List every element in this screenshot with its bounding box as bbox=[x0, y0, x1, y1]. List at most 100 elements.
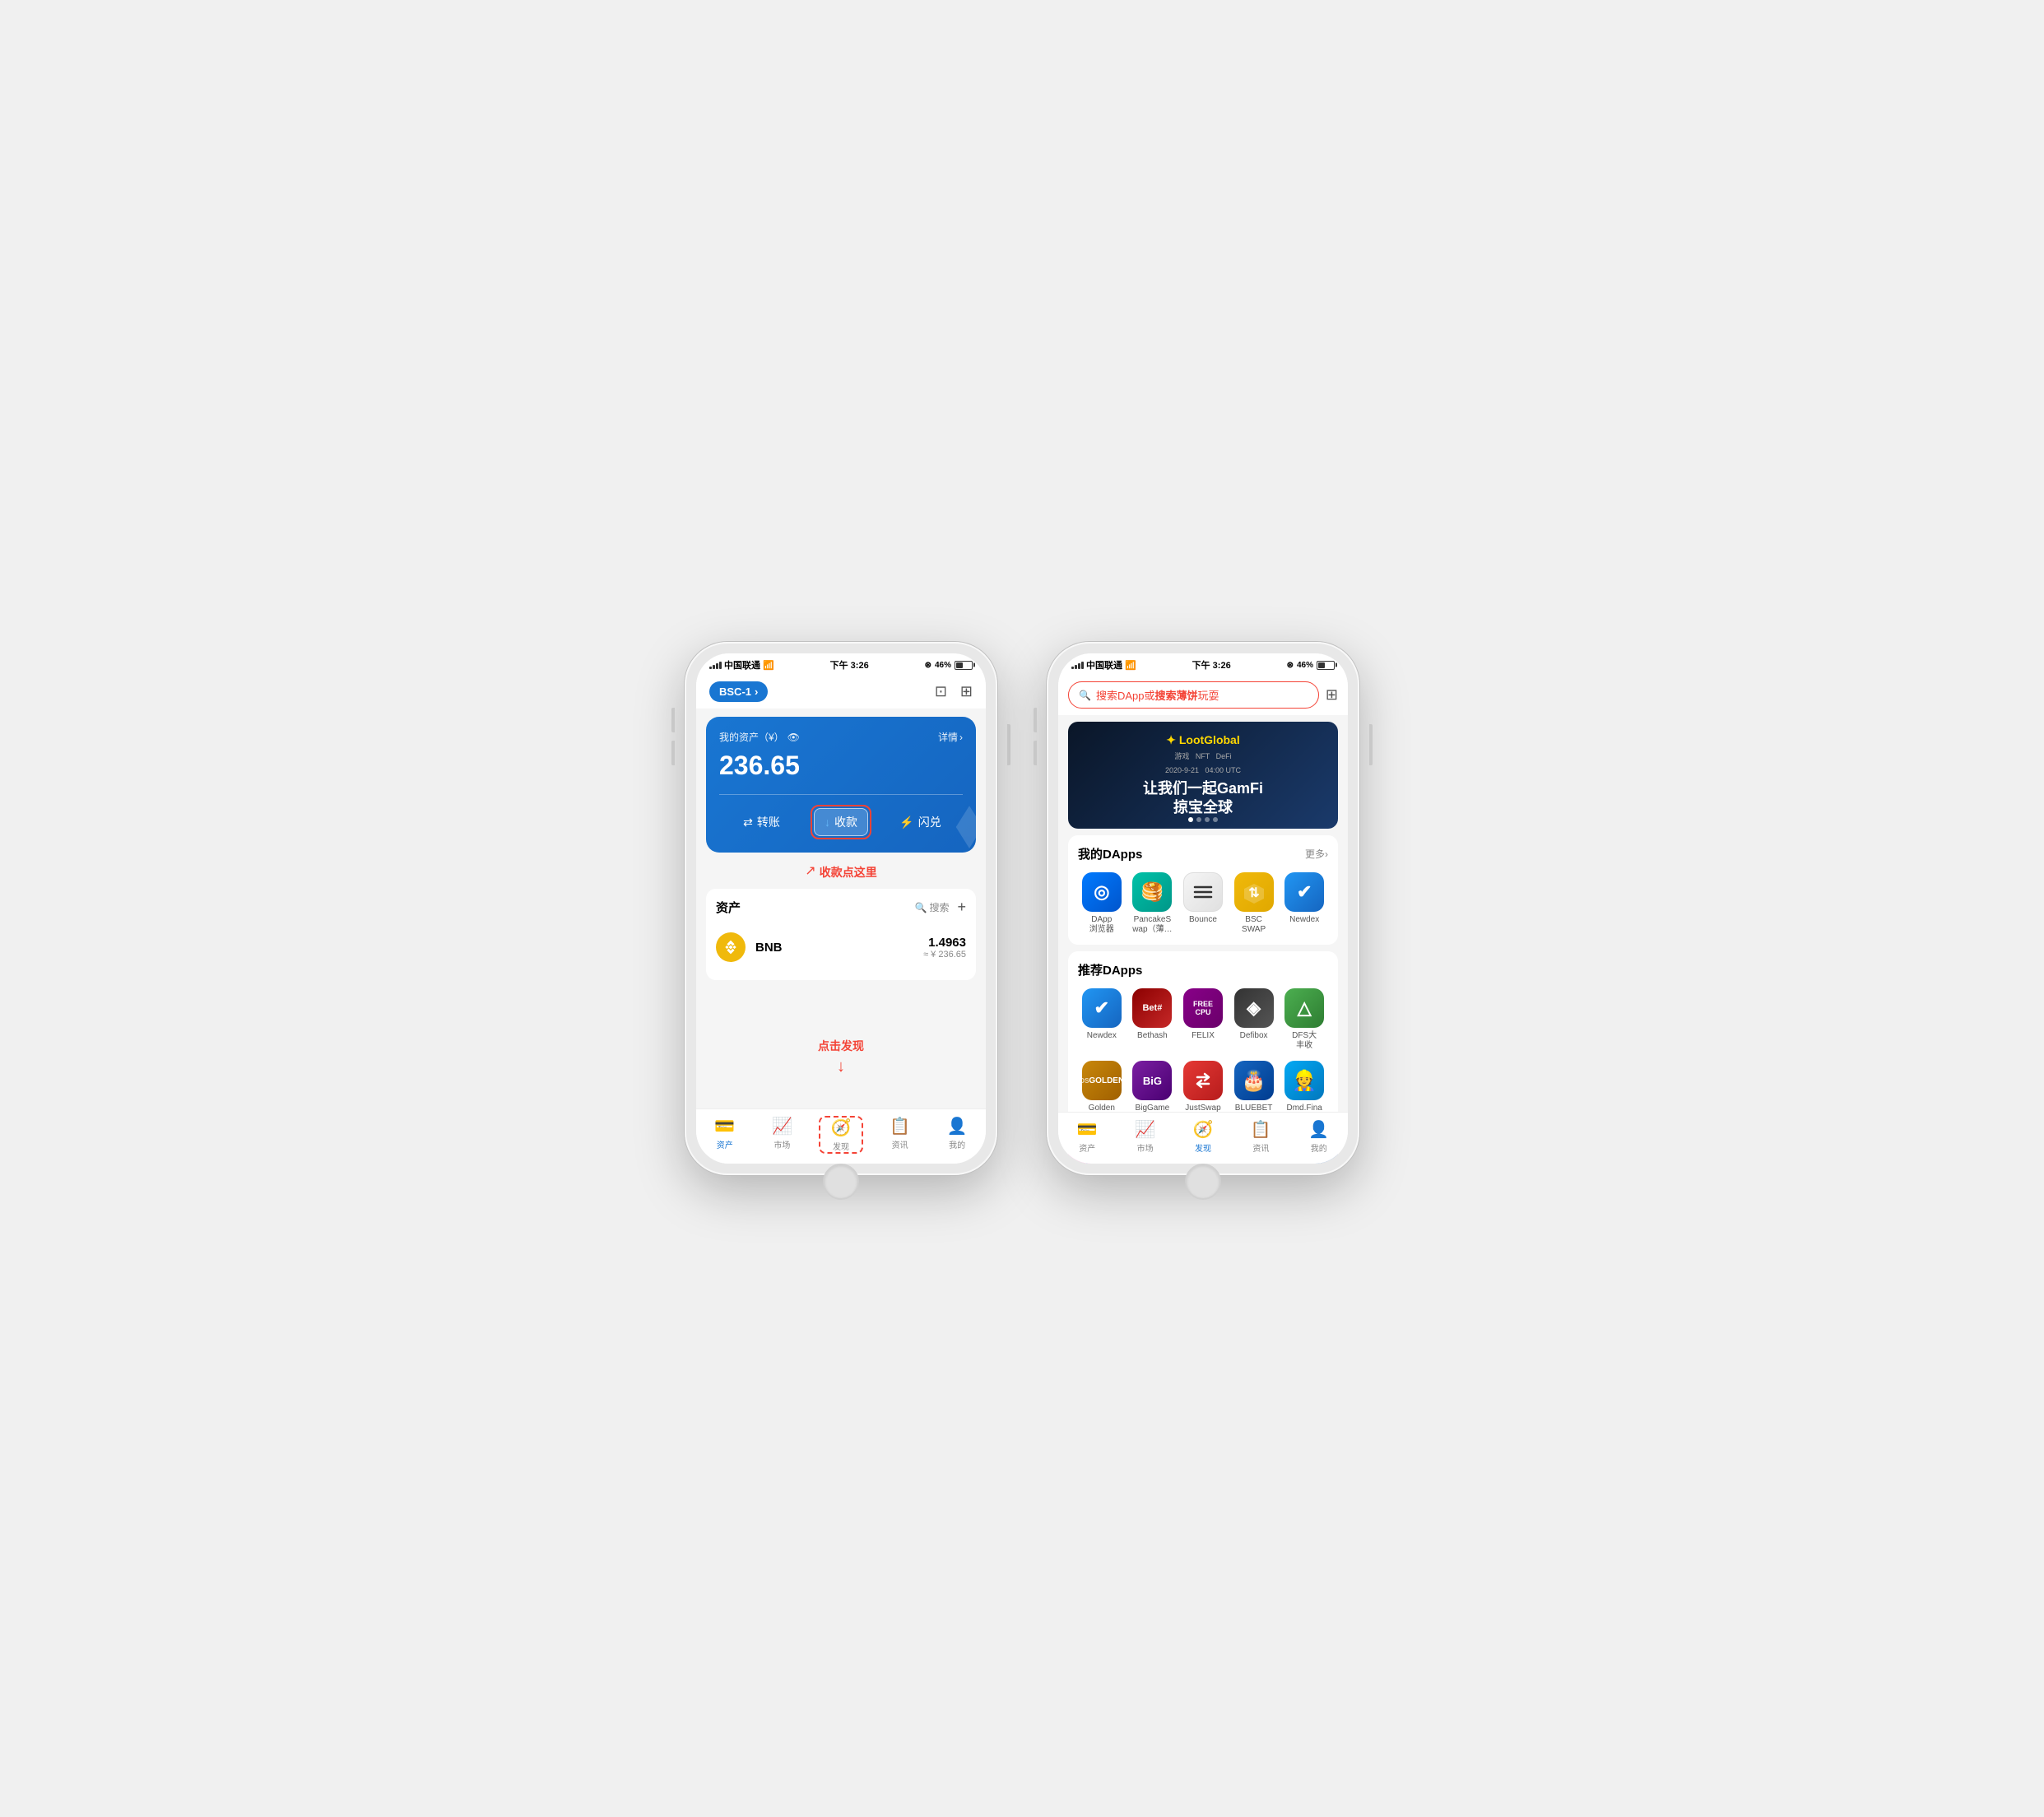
right-carrier-label: 中国联通 bbox=[1086, 658, 1122, 672]
dapp-icon-newdex2: ✔ bbox=[1082, 988, 1122, 1028]
flash-button[interactable]: ⚡ 闪兑 bbox=[878, 805, 963, 839]
asset-card-header: 我的资产（¥） 👁 详情 › bbox=[719, 730, 963, 744]
right-discover-nav-label: 发现 bbox=[1195, 1141, 1211, 1154]
dapp-name-defibox: Defibox bbox=[1240, 1031, 1268, 1041]
recommended-dapps-row1: ✔ Newdex Bet# Bethash FREECPU FELIX bbox=[1078, 988, 1328, 1051]
dapp-item-newdex[interactable]: ✔ Newdex bbox=[1280, 872, 1328, 935]
nav-item-assets[interactable]: 💳 资产 bbox=[704, 1116, 746, 1154]
right-nav-item-assets[interactable]: 💳 资产 bbox=[1066, 1119, 1108, 1154]
right-home-button[interactable] bbox=[1185, 1164, 1221, 1200]
signal-bar-4 bbox=[719, 662, 722, 669]
dapp-item-pancake[interactable]: 🥞 PancakeSwap（薄… bbox=[1129, 872, 1177, 935]
assets-section: 资产 🔍 搜索 + bbox=[706, 889, 976, 980]
signal-bar-2 bbox=[713, 665, 715, 669]
nav-item-market[interactable]: 📈 市场 bbox=[761, 1116, 802, 1154]
search-input[interactable]: 🔍 搜索DApp或搜索薄饼玩耍 bbox=[1068, 681, 1319, 709]
bnb-token-row[interactable]: BNB 1.4963 ≈ ¥ 236.65 bbox=[716, 924, 966, 970]
nav-item-news[interactable]: 📋 资讯 bbox=[880, 1116, 921, 1154]
home-button[interactable] bbox=[823, 1164, 859, 1200]
right-power-button bbox=[1369, 724, 1373, 765]
profile-nav-label: 我的 bbox=[949, 1138, 965, 1150]
right-signal-bar-2 bbox=[1075, 665, 1077, 669]
transfer-button[interactable]: ⇄ 转账 bbox=[719, 805, 804, 839]
receive-annotation-row: ↗ 收款点这里 bbox=[706, 861, 976, 881]
eye-icon[interactable]: 👁 bbox=[787, 732, 800, 743]
assets-actions: 🔍 搜索 + bbox=[915, 899, 966, 916]
right-profile-nav-icon: 👤 bbox=[1308, 1119, 1329, 1140]
dapp-item-defibox[interactable]: ◈ Defibox bbox=[1230, 988, 1278, 1051]
right-news-nav-icon: 📋 bbox=[1251, 1119, 1271, 1140]
right-location-icon: ⊛ bbox=[1287, 661, 1294, 670]
asset-label-text: 我的资产（¥） bbox=[719, 730, 784, 744]
time-label: 下午 3:26 bbox=[830, 658, 869, 672]
dapp-item-newdex2[interactable]: ✔ Newdex bbox=[1078, 988, 1126, 1051]
right-time-label: 下午 3:26 bbox=[1192, 658, 1231, 672]
right-battery-percent: 46% bbox=[1297, 661, 1313, 670]
dapp-name-felix: FELIX bbox=[1192, 1031, 1215, 1041]
news-nav-icon: 📋 bbox=[890, 1116, 910, 1136]
bnb-icon bbox=[716, 932, 746, 962]
asset-label: 我的资产（¥） 👁 bbox=[719, 730, 800, 744]
scan-qr-icon[interactable]: ⊞ bbox=[1326, 686, 1338, 704]
volume-up-button bbox=[671, 708, 675, 732]
right-wifi-icon: 📶 bbox=[1125, 660, 1136, 671]
right-bottom-nav: 💳 资产 📈 市场 🧭 发现 📋 资讯 bbox=[1058, 1112, 1348, 1164]
asset-amount: 236.65 bbox=[719, 750, 963, 781]
signal-bars bbox=[709, 661, 722, 669]
banner-tags: 游戏 NFT DeFi bbox=[1143, 750, 1263, 761]
right-nav-item-profile[interactable]: 👤 我的 bbox=[1298, 1119, 1340, 1154]
receive-arrow-icon: ↗ bbox=[805, 862, 815, 879]
right-signal-bars bbox=[1071, 661, 1084, 669]
network-label: BSC-1 bbox=[719, 685, 751, 698]
dapp-item-bethash[interactable]: Bet# Bethash bbox=[1129, 988, 1177, 1051]
banner-title: 让我们一起GamFi掠宝全球 bbox=[1143, 779, 1263, 818]
qr-icon[interactable]: ⊞ bbox=[960, 683, 973, 700]
status-left: 中国联通 📶 bbox=[709, 658, 774, 672]
right-volume-down-button bbox=[1034, 741, 1037, 765]
banner-dots bbox=[1188, 817, 1218, 822]
dapp-item-dfs[interactable]: △ DFS大丰收 bbox=[1280, 988, 1328, 1051]
discover-annotation-container: 点击发现 ↓ bbox=[696, 988, 986, 1081]
receive-button[interactable]: ↓ 收款 bbox=[814, 808, 868, 836]
transfer-label: 转账 bbox=[757, 814, 780, 830]
dapp-icon-newdex: ✔ bbox=[1284, 872, 1324, 912]
banner-date: 2020-9-21 04:00 UTC bbox=[1143, 766, 1263, 774]
my-dapps-more-link[interactable]: 更多 › bbox=[1305, 847, 1328, 861]
right-discover-nav-icon: 🧭 bbox=[1193, 1119, 1214, 1140]
network-arrow: › bbox=[755, 685, 758, 698]
dapp-icon-bscswap: ⇅ bbox=[1234, 872, 1274, 912]
network-selector[interactable]: BSC-1 › bbox=[709, 681, 768, 702]
dapp-item-bounce[interactable]: Bounce bbox=[1179, 872, 1227, 935]
assets-search-button[interactable]: 🔍 搜索 bbox=[915, 900, 950, 914]
right-nav-item-market[interactable]: 📈 市场 bbox=[1125, 1119, 1166, 1154]
right-nav-item-news[interactable]: 📋 资讯 bbox=[1240, 1119, 1281, 1154]
dapp-name-pancake: PancakeSwap（薄… bbox=[1132, 915, 1172, 935]
nav-item-discover[interactable]: 🧭 发现 bbox=[820, 1118, 862, 1152]
right-nav-item-discover[interactable]: 🧭 发现 bbox=[1182, 1119, 1224, 1154]
asset-actions: ⇄ 转账 ↓ 收款 ⚡ 闪兑 bbox=[719, 794, 963, 839]
add-token-button[interactable]: + bbox=[957, 899, 966, 916]
my-dapps-grid: ◎ DApp浏览器 🥞 PancakeSwap（薄… bbox=[1078, 872, 1328, 935]
dapp-item-browser[interactable]: ◎ DApp浏览器 bbox=[1078, 872, 1126, 935]
dapp-item-felix[interactable]: FREECPU FELIX bbox=[1179, 988, 1227, 1051]
dapp-name-bscswap: BSCSWAP bbox=[1242, 915, 1266, 935]
receive-icon: ↓ bbox=[825, 816, 830, 829]
right-volume-up-button bbox=[1034, 708, 1037, 732]
promo-banner[interactable]: ✦ LootGlobal 游戏 NFT DeFi 2020-9-21 04:00… bbox=[1068, 722, 1338, 829]
right-signal-bar-3 bbox=[1078, 663, 1080, 669]
battery-fill bbox=[956, 662, 963, 668]
dapp-name-newdex: Newdex bbox=[1289, 915, 1319, 925]
dapp-icon-defibox: ◈ bbox=[1234, 988, 1274, 1028]
banner-dot-3 bbox=[1205, 817, 1210, 822]
recommended-dapps-title: 推荐DApps bbox=[1078, 961, 1142, 978]
scan-icon[interactable]: ⊡ bbox=[935, 683, 947, 700]
dapp-icon-browser: ◎ bbox=[1082, 872, 1122, 912]
signal-bar-3 bbox=[716, 663, 718, 669]
detail-link[interactable]: 详情 › bbox=[938, 730, 963, 744]
market-nav-label: 市场 bbox=[773, 1138, 790, 1150]
nav-item-profile[interactable]: 👤 我的 bbox=[936, 1116, 978, 1154]
my-dapps-section: 我的DApps 更多 › ◎ DApp浏览器 bbox=[1068, 835, 1338, 945]
dapp-item-bscswap[interactable]: ⇅ BSCSWAP bbox=[1230, 872, 1278, 935]
news-nav-label: 资讯 bbox=[892, 1138, 908, 1150]
right-market-nav-label: 市场 bbox=[1137, 1141, 1154, 1154]
